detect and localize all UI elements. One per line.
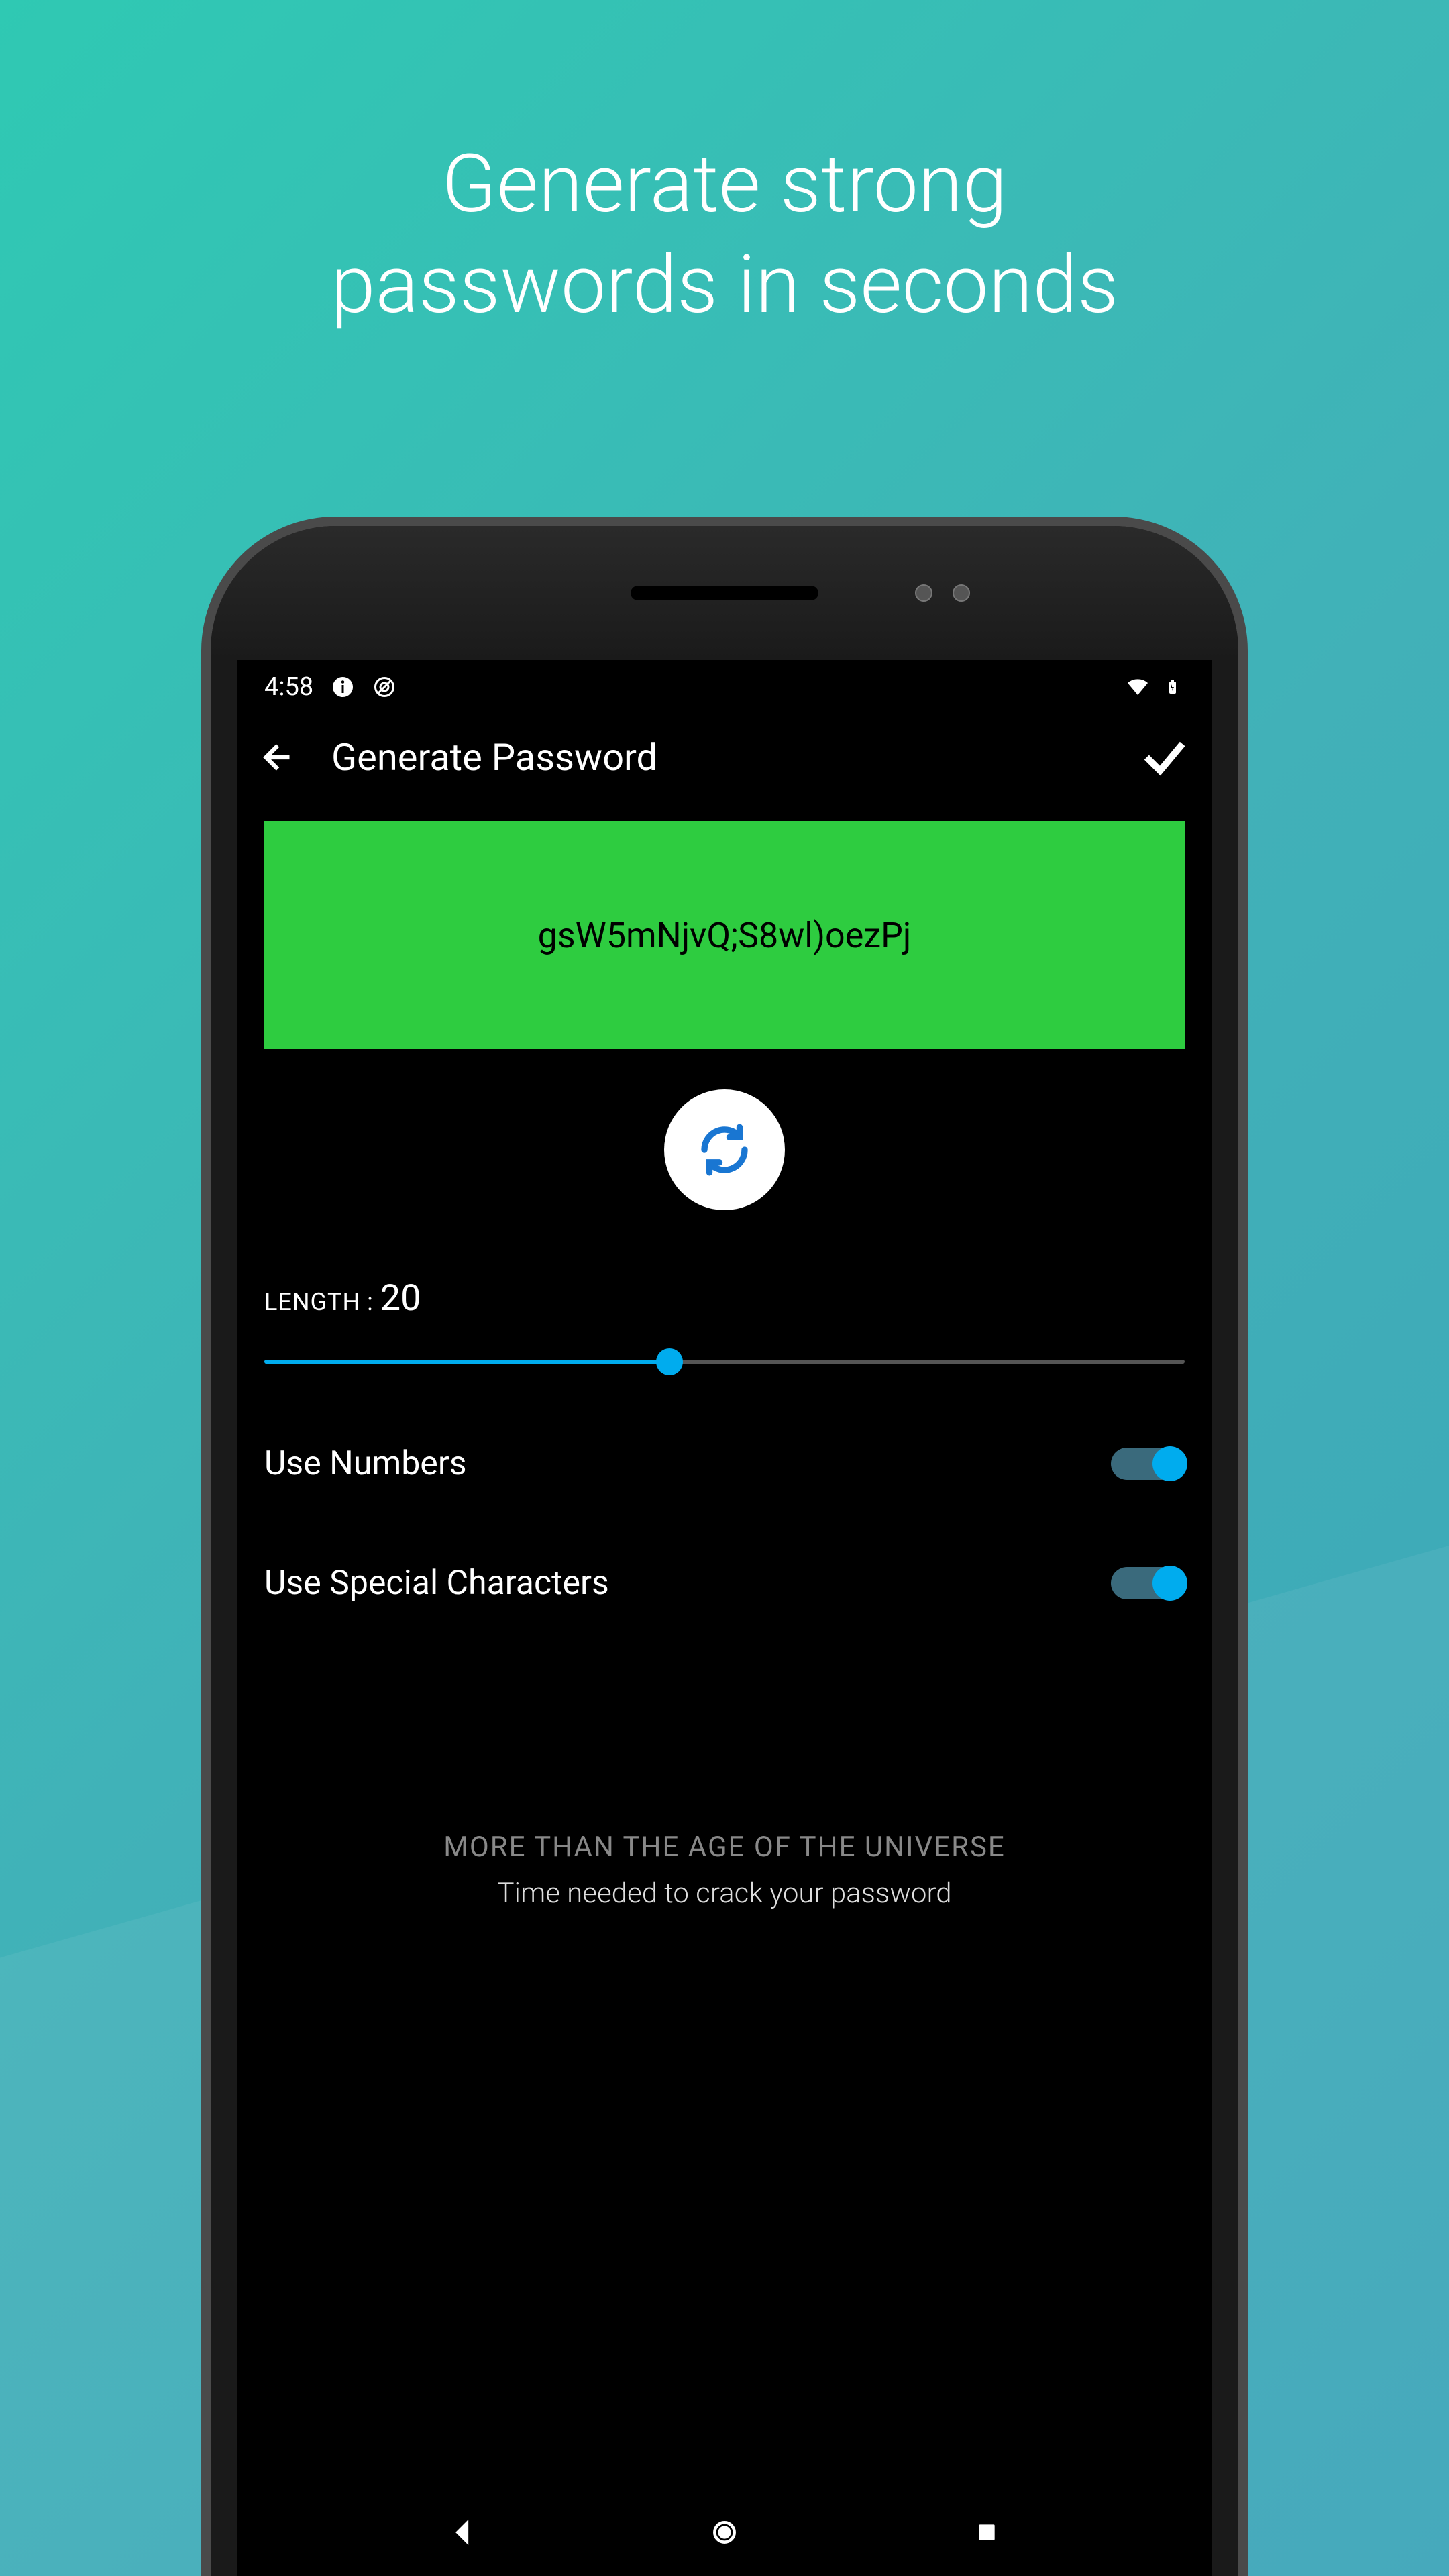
status-left: 4:58 [264, 672, 396, 702]
marketing-headline: Generate strong passwords in seconds [0, 0, 1449, 335]
phone-bezel [211, 526, 1238, 660]
phone-mockup: 4:58 Generate Passw [201, 517, 1248, 2576]
use-numbers-label: Use Numbers [264, 1444, 467, 1483]
nav-recent-button[interactable] [967, 2512, 1007, 2553]
use-numbers-toggle[interactable] [1111, 1448, 1185, 1480]
wifi-icon [1126, 675, 1150, 699]
strength-subtitle: Time needed to crack your password [264, 1877, 1185, 1910]
nav-back-button[interactable] [442, 2512, 482, 2553]
battery-icon [1161, 675, 1185, 699]
use-special-chars-toggle[interactable] [1111, 1567, 1185, 1599]
status-right [1126, 675, 1185, 699]
generated-password: gsW5mNjvQ;S8wl)oezPj [538, 915, 912, 956]
use-special-chars-label: Use Special Characters [264, 1564, 609, 1603]
headline-line-1: Generate strong [0, 134, 1449, 235]
camera-dot [953, 584, 970, 602]
refresh-container [264, 1049, 1185, 1264]
strength-title: MORE THAN THE AGE OF THE UNIVERSE [264, 1831, 1185, 1864]
length-slider[interactable] [264, 1360, 1185, 1364]
sync-off-icon [372, 675, 396, 699]
use-special-chars-row: Use Special Characters [264, 1523, 1185, 1643]
strength-info: MORE THAN THE AGE OF THE UNIVERSE Time n… [264, 1643, 1185, 1910]
use-numbers-row: Use Numbers [264, 1404, 1185, 1523]
length-value: 20 [380, 1277, 421, 1320]
slider-thumb[interactable] [656, 1348, 683, 1375]
slider-fill [264, 1360, 669, 1364]
length-display: LENGTH : 20 [264, 1264, 1185, 1346]
phone-speaker [631, 586, 818, 600]
confirm-button[interactable] [1138, 731, 1191, 784]
toggle-knob [1152, 1446, 1187, 1481]
toggle-knob [1152, 1566, 1187, 1601]
headline-line-2: passwords in seconds [0, 235, 1449, 335]
status-time: 4:58 [264, 672, 313, 702]
info-icon [331, 675, 355, 699]
nav-home-button[interactable] [704, 2512, 745, 2553]
camera-dot [915, 584, 932, 602]
page-title: Generate Password [331, 735, 1138, 780]
content-area: gsW5mNjvQ;S8wl)oezPj LENGTH : 20 [237, 801, 1212, 1930]
length-label: LENGTH : [264, 1288, 380, 1316]
phone-cameras [915, 584, 970, 602]
app-bar: Generate Password [237, 714, 1212, 801]
phone-screen: 4:58 Generate Passw [237, 660, 1212, 2576]
android-nav-bar [237, 2489, 1212, 2576]
status-bar: 4:58 [237, 660, 1212, 714]
back-button[interactable] [258, 737, 298, 777]
regenerate-button[interactable] [664, 1089, 785, 1210]
password-display[interactable]: gsW5mNjvQ;S8wl)oezPj [264, 821, 1185, 1049]
